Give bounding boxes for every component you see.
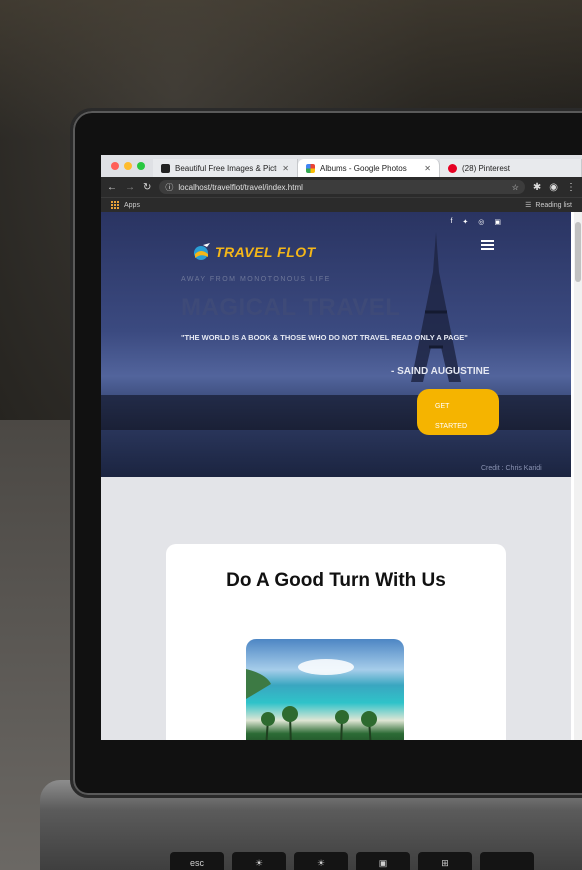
social-links: f ✦ ◎ ▣ [450,218,501,226]
hero-tagline: AWAY FROM MONOTONOUS LIFE [181,276,331,283]
scrollbar-thumb[interactable] [575,222,581,282]
pinterest-icon [448,163,457,173]
close-tab-icon[interactable]: ✕ [282,164,289,173]
beach-image [246,639,404,740]
tab-title: (28) Pinterest [462,163,511,173]
instagram-icon[interactable]: ▣ [494,218,501,226]
palm-trees-graphic [246,659,377,740]
camera-icon [161,163,170,173]
more-menu-icon[interactable]: ⋮ [566,182,576,193]
twitter-icon[interactable]: ✦ [462,218,468,226]
page-scrollbar[interactable] [574,212,582,740]
forward-arrow-icon[interactable]: → [125,182,135,193]
google-photos-icon [306,163,315,173]
hero-quote: "THE WORLD IS A BOOK & THOSE WHO DO NOT … [181,333,468,342]
key-launchpad: ⊞ [418,852,472,870]
whatsapp-icon[interactable]: ◎ [478,218,484,226]
laptop-screen: Beautiful Free Images & Pictur ✕ Albums … [101,155,582,740]
reload-icon[interactable]: ↻ [143,182,151,193]
address-bar[interactable]: ⓘ localhost/travelflot/travel/index.html… [159,180,525,194]
profile-avatar-icon[interactable]: ◉ [549,182,558,193]
cta-line-2: STARTED [435,423,468,430]
brand-name: TRAVEL FLOT [215,244,316,260]
cta-line-1: GET [435,403,450,410]
close-tab-icon[interactable]: ✕ [424,164,431,173]
apps-grid-icon [111,201,119,209]
hero-banner: f ✦ ◎ ▣ TRAVEL FLOT AWAY FROM MONOTONOUS… [101,212,571,477]
reading-list-icon: ☰ [525,202,532,209]
reading-list-label: Reading list [535,201,572,209]
bookmark-star-icon[interactable]: ☆ [512,183,519,192]
get-started-button[interactable]: GET STARTED [417,389,499,435]
content-section: Do A Good Turn With Us [101,477,571,740]
browser-toolbar: ← → ↻ ⓘ localhost/travelflot/travel/inde… [101,177,582,197]
site-logo[interactable]: TRAVEL FLOT [191,242,316,262]
key-f5 [480,852,534,870]
key-brightness-down: ☀ [232,852,286,870]
facebook-icon[interactable]: f [450,218,452,226]
hamburger-menu-icon[interactable] [481,240,494,250]
keyboard-row: esc ☀ ☀ ▣ ⊞ [170,852,534,870]
back-arrow-icon[interactable]: ← [107,182,117,193]
apps-bookmark[interactable]: Apps [124,202,140,209]
minimize-window-button[interactable] [124,162,132,170]
url-text: localhost/travelflot/travel/index.html [178,182,303,192]
hero-headline: MAGICAL TRAVEL [181,294,401,321]
browser-tab-bar: Beautiful Free Images & Pictur ✕ Albums … [101,155,582,177]
web-page: f ✦ ◎ ▣ TRAVEL FLOT AWAY FROM MONOTONOUS… [101,212,582,740]
close-window-button[interactable] [111,162,119,170]
photo-credit: Credit : Chris Karidi [481,465,542,472]
key-esc: esc [170,852,224,870]
tab-google-photos[interactable]: Albums - Google Photos ✕ [298,159,440,177]
reading-list-button[interactable]: ☰ Reading list [525,201,572,210]
tab-pinterest[interactable]: (28) Pinterest [440,159,582,177]
key-brightness-up: ☀ [294,852,348,870]
info-icon[interactable]: ⓘ [165,182,173,193]
tab-title: Albums - Google Photos [320,163,407,173]
city-skyline [101,395,571,430]
key-mission-control: ▣ [356,852,410,870]
tab-title: Beautiful Free Images & Pictur [175,163,278,173]
quote-author: - SAIND AUGUSTINE [391,366,490,377]
globe-plane-icon [194,243,210,260]
feature-card: Do A Good Turn With Us [166,544,506,740]
window-controls [101,162,153,177]
section-title: Do A Good Turn With Us [226,570,446,591]
bookmarks-bar: Apps ☰ Reading list [101,197,582,212]
tab-beautiful-free-images[interactable]: Beautiful Free Images & Pictur ✕ [153,159,298,177]
zoom-window-button[interactable] [137,162,145,170]
extensions-puzzle-icon[interactable]: ✱ [533,182,541,193]
